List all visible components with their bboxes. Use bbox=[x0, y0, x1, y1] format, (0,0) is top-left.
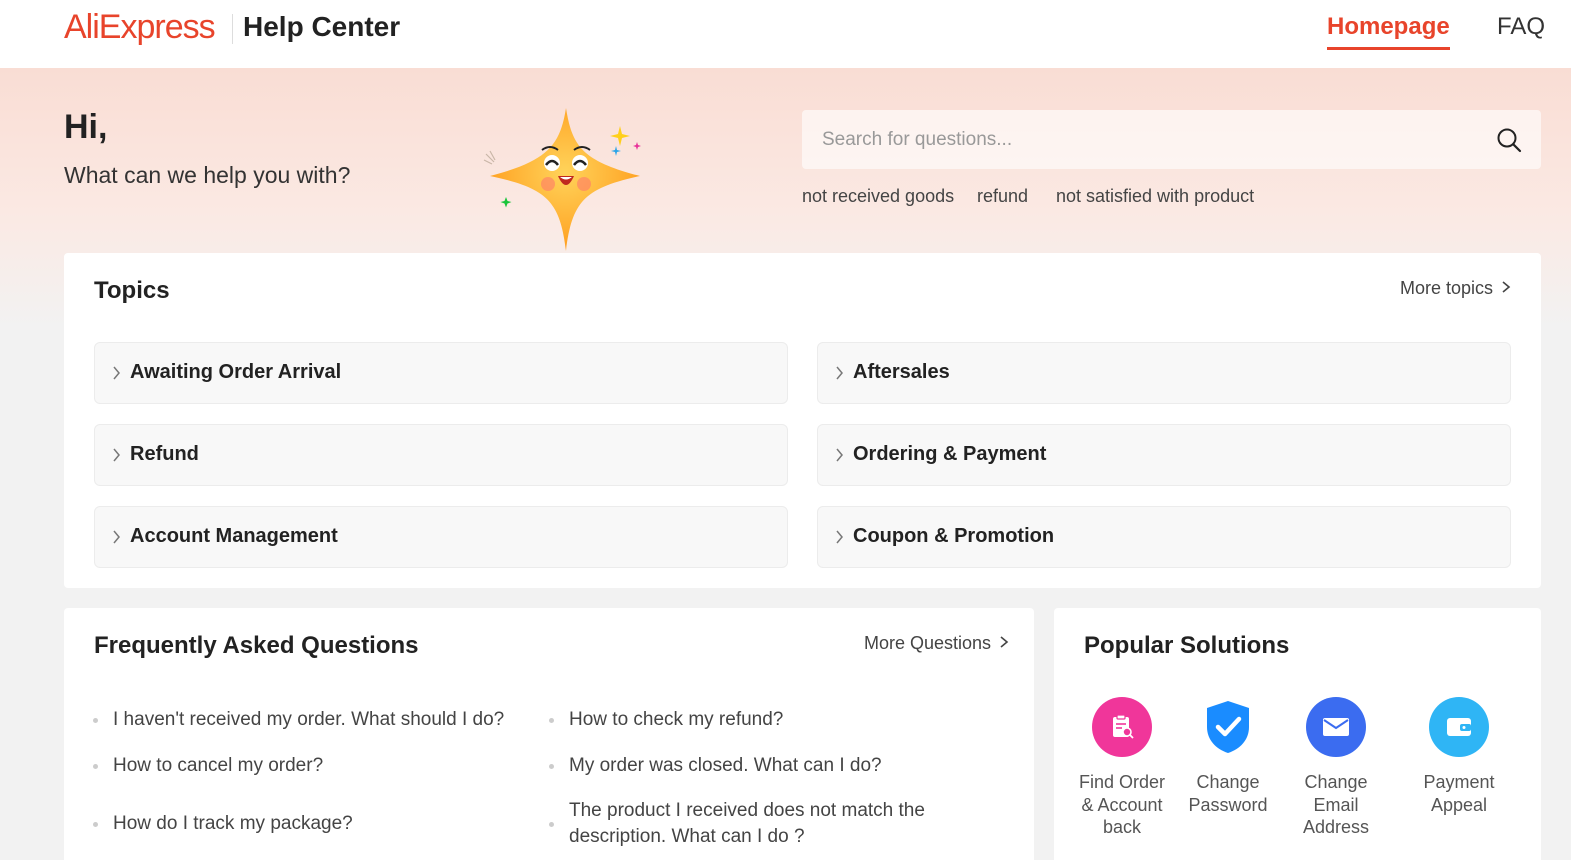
bullet-dot bbox=[549, 822, 554, 827]
faq-item[interactable]: The product I received does not match th… bbox=[569, 798, 969, 850]
topic-label: Ordering & Payment bbox=[853, 443, 1047, 465]
hot-word-not-received[interactable]: not received goods bbox=[802, 186, 954, 207]
more-questions-label: More Questions bbox=[864, 633, 992, 653]
solution-label: Payment Appeal bbox=[1423, 772, 1495, 815]
more-topics-link[interactable]: More topics bbox=[1400, 278, 1511, 299]
search-box bbox=[802, 110, 1541, 169]
wallet-icon bbox=[1429, 697, 1489, 757]
chevron-right-icon bbox=[113, 366, 120, 380]
chevron-right-icon bbox=[113, 448, 120, 462]
faq-item[interactable]: My order was closed. What can I do? bbox=[569, 753, 882, 779]
star-mascot-icon bbox=[483, 108, 641, 251]
logo-divider bbox=[232, 14, 233, 44]
topic-ordering-payment[interactable]: Ordering & Payment bbox=[817, 424, 1511, 486]
chevron-right-icon bbox=[836, 366, 843, 380]
faq-card: Frequently Asked Questions More Question… bbox=[64, 608, 1034, 860]
topic-aftersales[interactable]: Aftersales bbox=[817, 342, 1511, 404]
solution-change-email[interactable]: Change Email Address bbox=[1286, 697, 1386, 839]
topic-label: Coupon & Promotion bbox=[853, 525, 1055, 547]
topic-refund[interactable]: Refund bbox=[94, 424, 788, 486]
topic-coupon-promotion[interactable]: Coupon & Promotion bbox=[817, 506, 1511, 568]
faq-item[interactable]: How to check my refund? bbox=[569, 707, 783, 733]
top-bar: AliExpress Help Center Homepage FAQ bbox=[0, 0, 1571, 68]
hot-word-refund[interactable]: refund bbox=[977, 186, 1028, 207]
topics-title: Topics bbox=[94, 277, 170, 304]
topic-label: Refund bbox=[130, 443, 199, 465]
bullet-dot bbox=[93, 822, 98, 827]
topic-label: Aftersales bbox=[853, 361, 950, 383]
chevron-right-icon bbox=[836, 530, 843, 544]
faq-item[interactable]: How do I track my package? bbox=[113, 811, 353, 837]
envelope-icon bbox=[1306, 697, 1366, 757]
solution-label: Change Password bbox=[1188, 772, 1268, 815]
popular-solutions-card: Popular Solutions Find Order & Account b… bbox=[1054, 608, 1541, 860]
help-center-title: Help Center bbox=[243, 11, 401, 42]
nav-homepage[interactable]: Homepage bbox=[1327, 13, 1450, 50]
bullet-dot bbox=[93, 718, 98, 723]
topic-label: Account Management bbox=[130, 525, 338, 547]
solution-label: Find Order & Account back bbox=[1078, 772, 1166, 837]
more-topics-label: More topics bbox=[1400, 278, 1494, 298]
topic-account-management[interactable]: Account Management bbox=[94, 506, 788, 568]
help-prompt: What can we help you with? bbox=[64, 162, 351, 188]
shield-check-icon bbox=[1198, 697, 1258, 757]
hot-word-not-satisfied[interactable]: not satisfied with product bbox=[1056, 186, 1254, 207]
chevron-right-icon bbox=[836, 448, 843, 462]
solution-payment-appeal[interactable]: Payment Appeal bbox=[1409, 697, 1509, 816]
topic-label: Awaiting Order Arrival bbox=[130, 361, 342, 383]
more-questions-link[interactable]: More Questions bbox=[864, 633, 1009, 654]
topics-card: Topics More topics Awaiting Order Arriva… bbox=[64, 253, 1541, 588]
chevron-right-icon bbox=[113, 530, 120, 544]
aliexpress-logo[interactable]: AliExpress bbox=[64, 8, 216, 47]
faq-title: Frequently Asked Questions bbox=[94, 632, 419, 659]
solution-change-password[interactable]: Change Password bbox=[1178, 697, 1278, 816]
faq-item[interactable]: How to cancel my order? bbox=[113, 753, 323, 779]
greeting: Hi, bbox=[64, 108, 108, 146]
search-icon[interactable] bbox=[1495, 126, 1523, 154]
search-input[interactable] bbox=[822, 124, 1482, 156]
popular-solutions-title: Popular Solutions bbox=[1084, 632, 1290, 659]
bullet-dot bbox=[549, 718, 554, 723]
bullet-dot bbox=[93, 764, 98, 769]
faq-item[interactable]: I haven't received my order. What should… bbox=[113, 707, 504, 733]
solution-label: Change Email Address bbox=[1302, 772, 1370, 837]
bullet-dot bbox=[549, 764, 554, 769]
find-order-icon bbox=[1092, 697, 1152, 757]
solution-find-order[interactable]: Find Order & Account back bbox=[1072, 697, 1172, 839]
chevron-right-icon bbox=[1501, 278, 1511, 299]
topic-awaiting-order-arrival[interactable]: Awaiting Order Arrival bbox=[94, 342, 788, 404]
nav-faq[interactable]: FAQ bbox=[1497, 13, 1545, 41]
chevron-right-icon bbox=[999, 633, 1009, 654]
